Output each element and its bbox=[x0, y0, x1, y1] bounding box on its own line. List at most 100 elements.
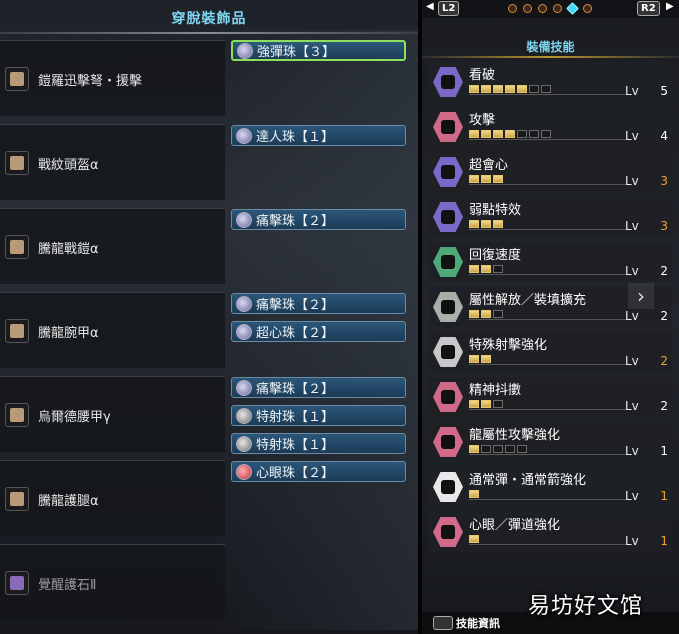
page-dot-active[interactable] bbox=[566, 2, 579, 15]
skill-level-bar bbox=[469, 533, 629, 545]
decoration-slot[interactable]: 強彈珠【３】 bbox=[231, 40, 406, 61]
decoration-gem-icon bbox=[236, 323, 252, 340]
skill-level-pip bbox=[493, 399, 503, 408]
skill-level-pip bbox=[493, 129, 503, 138]
skill-row[interactable]: 攻擊 Lv 4 bbox=[429, 107, 672, 147]
skill-level-bar bbox=[469, 353, 629, 365]
l2-button[interactable]: L2 bbox=[438, 1, 460, 16]
panel-title: 穿脫裝飾品 bbox=[171, 11, 247, 27]
equipment-name: 騰龍腕甲α bbox=[38, 326, 99, 341]
equipment-name: 騰龍護腿α bbox=[38, 494, 99, 509]
skill-level-pip bbox=[481, 174, 491, 183]
equipment-row-arms[interactable]: 騰龍腕甲α bbox=[0, 292, 225, 368]
skill-level-pip bbox=[493, 444, 503, 453]
skill-level-pip bbox=[469, 264, 479, 273]
decoration-slot[interactable]: 痛擊珠【２】 bbox=[231, 377, 406, 398]
skill-row[interactable]: 通常彈・通常箭強化 Lv 1 bbox=[429, 467, 672, 507]
skill-info-label[interactable]: 技能資訊 bbox=[456, 615, 500, 631]
level-label: Lv bbox=[625, 219, 639, 233]
skill-level-pip bbox=[493, 174, 503, 183]
level-value: 2 bbox=[660, 264, 668, 278]
equipment-row-legs[interactable]: 騰龍護腿α bbox=[0, 460, 225, 536]
decoration-label: 痛擊珠【２】 bbox=[256, 214, 335, 229]
skill-icon bbox=[433, 517, 463, 547]
equipment-name: 鎧羅迅擊弩・援擊 bbox=[38, 74, 143, 89]
skill-icon bbox=[433, 337, 463, 367]
decoration-gem-icon bbox=[236, 379, 252, 396]
page-nav: ◀ L2 R2 ▶ bbox=[422, 0, 679, 18]
decoration-slot[interactable]: 痛擊珠【２】 bbox=[231, 293, 406, 314]
skills-panel: ◀ L2 R2 ▶ 裝備技能 看破 Lv 5 攻擊 Lv 4 超會心 Lv 3 弱點特效 Lv 3 回復… bbox=[422, 0, 679, 634]
skill-level-pip bbox=[469, 84, 479, 93]
skill-row[interactable]: 弱點特效 Lv 3 bbox=[429, 197, 672, 237]
level-label: Lv bbox=[625, 354, 639, 368]
skill-level-pip bbox=[481, 399, 491, 408]
decoration-slot[interactable]: 心眼珠【２】 bbox=[231, 461, 406, 482]
skill-row[interactable]: 超會心 Lv 3 bbox=[429, 152, 672, 192]
page-dot[interactable] bbox=[538, 4, 547, 13]
equipment-name: 戰紋頭盔α bbox=[38, 158, 99, 173]
level-label: Lv bbox=[625, 399, 639, 413]
decoration-slot[interactable]: 特射珠【１】 bbox=[231, 405, 406, 426]
decoration-label: 痛擊珠【２】 bbox=[256, 298, 335, 313]
chevron-right-icon[interactable]: › bbox=[628, 283, 654, 309]
skill-row[interactable]: 特殊射擊強化 Lv 2 bbox=[429, 332, 672, 372]
waist-armor-icon bbox=[5, 403, 29, 427]
page-dot[interactable] bbox=[508, 4, 517, 13]
skill-row[interactable]: 看破 Lv 5 bbox=[429, 62, 672, 102]
left-arrow-icon: ◀ bbox=[426, 1, 434, 12]
decoration-gem-icon bbox=[236, 295, 252, 312]
decoration-label: 特射珠【１】 bbox=[256, 410, 335, 425]
skill-level-bar bbox=[469, 83, 629, 95]
decoration-slot[interactable]: 特射珠【１】 bbox=[231, 433, 406, 454]
skill-level-pip bbox=[529, 129, 539, 138]
skill-row[interactable]: 心眼／彈道強化 Lv 1 bbox=[429, 512, 672, 552]
decoration-slot[interactable]: 痛擊珠【２】 bbox=[231, 209, 406, 230]
touchpad-button-icon[interactable] bbox=[433, 616, 453, 630]
equipment-row-charm[interactable]: 覺醒護石Ⅱ bbox=[0, 544, 225, 620]
skill-name: 回復速度 bbox=[469, 248, 522, 263]
skill-level-pip bbox=[469, 399, 479, 408]
page-dot[interactable] bbox=[553, 4, 562, 13]
equipment-row-chest[interactable]: 騰龍戰鎧α bbox=[0, 208, 225, 284]
leg-armor-icon bbox=[5, 487, 29, 511]
decoration-gem-icon bbox=[236, 463, 252, 480]
skill-name: 通常彈・通常箭強化 bbox=[469, 473, 587, 488]
skill-level-pip bbox=[505, 84, 515, 93]
skill-level-pip bbox=[493, 219, 503, 228]
level-label: Lv bbox=[625, 309, 639, 323]
watermark: 易坊好文馆 bbox=[528, 594, 644, 619]
page-dot[interactable] bbox=[583, 4, 592, 13]
chest-armor-icon bbox=[5, 235, 29, 259]
skill-row[interactable]: 回復速度 Lv 2 bbox=[429, 242, 672, 282]
equipment-row-head[interactable]: 戰紋頭盔α bbox=[0, 124, 225, 200]
decoration-slot[interactable]: 達人珠【１】 bbox=[231, 125, 406, 146]
level-value: 3 bbox=[660, 174, 668, 188]
bowgun-icon bbox=[5, 67, 29, 91]
level-label: Lv bbox=[625, 444, 639, 458]
equipment-row-weapon[interactable]: 鎧羅迅擊弩・援擊 bbox=[0, 40, 225, 116]
skill-row[interactable]: 精神抖擻 Lv 2 bbox=[429, 377, 672, 417]
right-arrow-icon: ▶ bbox=[666, 1, 674, 12]
decoration-slot[interactable]: 超心珠【２】 bbox=[231, 321, 406, 342]
level-value: 2 bbox=[660, 309, 668, 323]
skill-icon bbox=[433, 247, 463, 277]
skill-level-bar bbox=[469, 443, 629, 455]
skill-name: 心眼／彈道強化 bbox=[469, 518, 561, 533]
equipment-row-waist[interactable]: 烏爾德腰甲γ bbox=[0, 376, 225, 452]
r2-button[interactable]: R2 bbox=[637, 1, 660, 16]
skill-level-pip bbox=[481, 84, 491, 93]
skill-name: 龍屬性攻擊強化 bbox=[469, 428, 561, 443]
skill-icon bbox=[433, 157, 463, 187]
skill-name: 看破 bbox=[469, 68, 496, 83]
skill-level-bar bbox=[469, 398, 629, 410]
level-value: 3 bbox=[660, 219, 668, 233]
decoration-label: 心眼珠【２】 bbox=[256, 466, 335, 481]
equipment-name: 烏爾德腰甲γ bbox=[38, 410, 111, 425]
page-dot[interactable] bbox=[523, 4, 532, 13]
skill-level-bar bbox=[469, 128, 629, 140]
level-label: Lv bbox=[625, 489, 639, 503]
skill-level-pip bbox=[517, 444, 527, 453]
skill-row[interactable]: 龍屬性攻擊強化 Lv 1 bbox=[429, 422, 672, 462]
skill-level-pip bbox=[481, 444, 491, 453]
